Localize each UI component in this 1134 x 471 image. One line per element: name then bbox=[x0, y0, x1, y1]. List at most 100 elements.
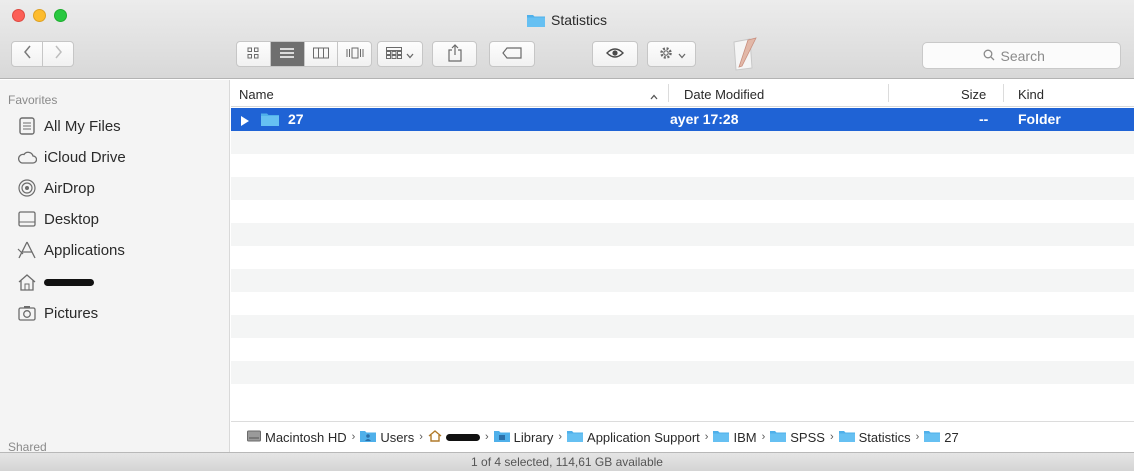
empty-row bbox=[231, 177, 1134, 200]
status-bar: 1 of 4 selected, 114,61 GB available bbox=[0, 452, 1134, 471]
view-mode-selector bbox=[236, 41, 372, 67]
folder-icon bbox=[924, 430, 941, 445]
users-folder-icon bbox=[360, 430, 377, 445]
column-header-name[interactable]: Name bbox=[239, 87, 274, 102]
disclosure-triangle-icon[interactable] bbox=[241, 113, 249, 129]
folder-icon bbox=[770, 430, 787, 445]
sidebar-item-icloud-drive[interactable]: iCloud Drive bbox=[16, 144, 126, 170]
path-separator: › bbox=[351, 431, 356, 443]
path-item-label: IBM bbox=[733, 429, 757, 445]
chevron-down-icon bbox=[406, 47, 414, 62]
empty-row bbox=[231, 269, 1134, 292]
sidebar-item-desktop[interactable]: Desktop bbox=[16, 206, 99, 232]
column-header-date-modified[interactable]: Date Modified bbox=[684, 87, 764, 102]
path-separator: › bbox=[829, 431, 834, 443]
window-toolbar: Statistics bbox=[0, 0, 1134, 79]
tag-icon bbox=[502, 46, 522, 62]
arrange-grid-icon bbox=[386, 46, 402, 62]
home-icon bbox=[16, 271, 38, 293]
applications-icon bbox=[16, 239, 38, 261]
share-button[interactable] bbox=[432, 41, 477, 67]
hard-drive-icon bbox=[247, 430, 261, 445]
action-menu-button[interactable] bbox=[647, 41, 696, 67]
chevron-right-icon bbox=[54, 45, 63, 64]
empty-row bbox=[231, 338, 1134, 361]
folder-icon bbox=[838, 430, 855, 445]
path-item-home[interactable] bbox=[428, 429, 480, 445]
quick-look-button[interactable] bbox=[592, 41, 638, 67]
column-header-size[interactable]: Size bbox=[961, 87, 986, 102]
arrange-button[interactable] bbox=[377, 41, 423, 67]
sidebar-item-applications[interactable]: Applications bbox=[16, 237, 125, 263]
home-icon bbox=[428, 429, 442, 445]
search-input[interactable] bbox=[1000, 47, 1061, 64]
column-header-kind[interactable]: Kind bbox=[1018, 87, 1044, 102]
path-item-application-support[interactable]: Application Support bbox=[567, 430, 700, 445]
sidebar-item-label: AirDrop bbox=[44, 179, 95, 197]
path-item-27[interactable]: 27 bbox=[924, 429, 959, 445]
share-icon bbox=[447, 43, 462, 65]
row-size: -- bbox=[979, 111, 989, 127]
sidebar-item-label: All My Files bbox=[44, 117, 121, 135]
table-row[interactable]: 27 ayer 17:28 -- Folder bbox=[231, 108, 1134, 131]
sidebar-item-airdrop[interactable]: AirDrop bbox=[16, 175, 95, 201]
path-item-label: Statistics bbox=[858, 429, 911, 445]
empty-row bbox=[231, 131, 1134, 154]
chevron-left-icon bbox=[23, 45, 32, 64]
eye-icon bbox=[606, 47, 624, 62]
path-item-library[interactable]: Library bbox=[493, 429, 554, 445]
column-view-button[interactable] bbox=[303, 42, 338, 66]
sidebar-item-label: Applications bbox=[44, 241, 125, 259]
path-item-label: Application Support bbox=[587, 429, 700, 445]
path-item-users[interactable]: Users bbox=[360, 430, 414, 445]
column-divider bbox=[888, 84, 889, 102]
chevron-down-icon bbox=[678, 47, 686, 62]
window-title-text: Statistics bbox=[550, 12, 607, 28]
path-item-statistics[interactable]: Statistics bbox=[838, 429, 911, 445]
icon-view-icon bbox=[247, 47, 259, 62]
path-item-spss[interactable]: SPSS bbox=[770, 430, 825, 445]
list-column-headers: Name Date Modified Size Kind bbox=[231, 80, 1134, 107]
back-forward-buttons bbox=[11, 41, 74, 67]
empty-row bbox=[231, 223, 1134, 246]
tag-button[interactable] bbox=[489, 41, 535, 67]
back-button[interactable] bbox=[12, 42, 42, 66]
path-separator: › bbox=[761, 431, 766, 443]
sidebar-item-pictures[interactable]: Pictures bbox=[16, 300, 98, 326]
row-kind: Folder bbox=[1018, 111, 1061, 127]
empty-row bbox=[231, 361, 1134, 384]
window-title: Statistics bbox=[0, 12, 1134, 30]
favorites-heading: Favorites bbox=[8, 93, 58, 107]
row-name: 27 bbox=[288, 111, 304, 127]
path-item-label: 27 bbox=[944, 429, 959, 445]
notes-toolbar-icon[interactable] bbox=[730, 36, 758, 72]
list-view-button[interactable] bbox=[269, 42, 304, 66]
path-item-label: Library bbox=[513, 429, 554, 445]
sidebar-item-all-my-files[interactable]: All My Files bbox=[16, 113, 121, 139]
search-field[interactable] bbox=[922, 42, 1121, 69]
all-files-icon bbox=[16, 115, 38, 137]
library-folder-icon bbox=[493, 430, 510, 445]
path-separator: › bbox=[419, 431, 423, 443]
icon-view-button[interactable] bbox=[237, 42, 270, 66]
empty-row bbox=[231, 384, 1134, 407]
folder-icon bbox=[526, 13, 545, 30]
camera-icon bbox=[16, 302, 38, 324]
cover-flow-button[interactable] bbox=[337, 42, 371, 66]
empty-row bbox=[231, 154, 1134, 177]
column-divider bbox=[668, 84, 669, 102]
sidebar-item-home[interactable] bbox=[16, 269, 94, 295]
empty-row bbox=[231, 315, 1134, 338]
folder-icon bbox=[713, 430, 730, 445]
path-separator: › bbox=[915, 431, 920, 443]
empty-row bbox=[231, 200, 1134, 223]
path-item-macintosh-hd[interactable]: Macintosh HD bbox=[247, 430, 347, 445]
file-list: 27 ayer 17:28 -- Folder bbox=[231, 108, 1134, 420]
forward-button[interactable] bbox=[42, 42, 73, 66]
column-divider bbox=[1003, 84, 1004, 102]
cover-flow-icon bbox=[346, 47, 364, 62]
empty-row bbox=[231, 246, 1134, 269]
redacted-username bbox=[44, 278, 94, 286]
path-item-ibm[interactable]: IBM bbox=[713, 429, 757, 445]
sidebar: Favorites All My Files iCloud Drive AirD… bbox=[0, 80, 230, 454]
